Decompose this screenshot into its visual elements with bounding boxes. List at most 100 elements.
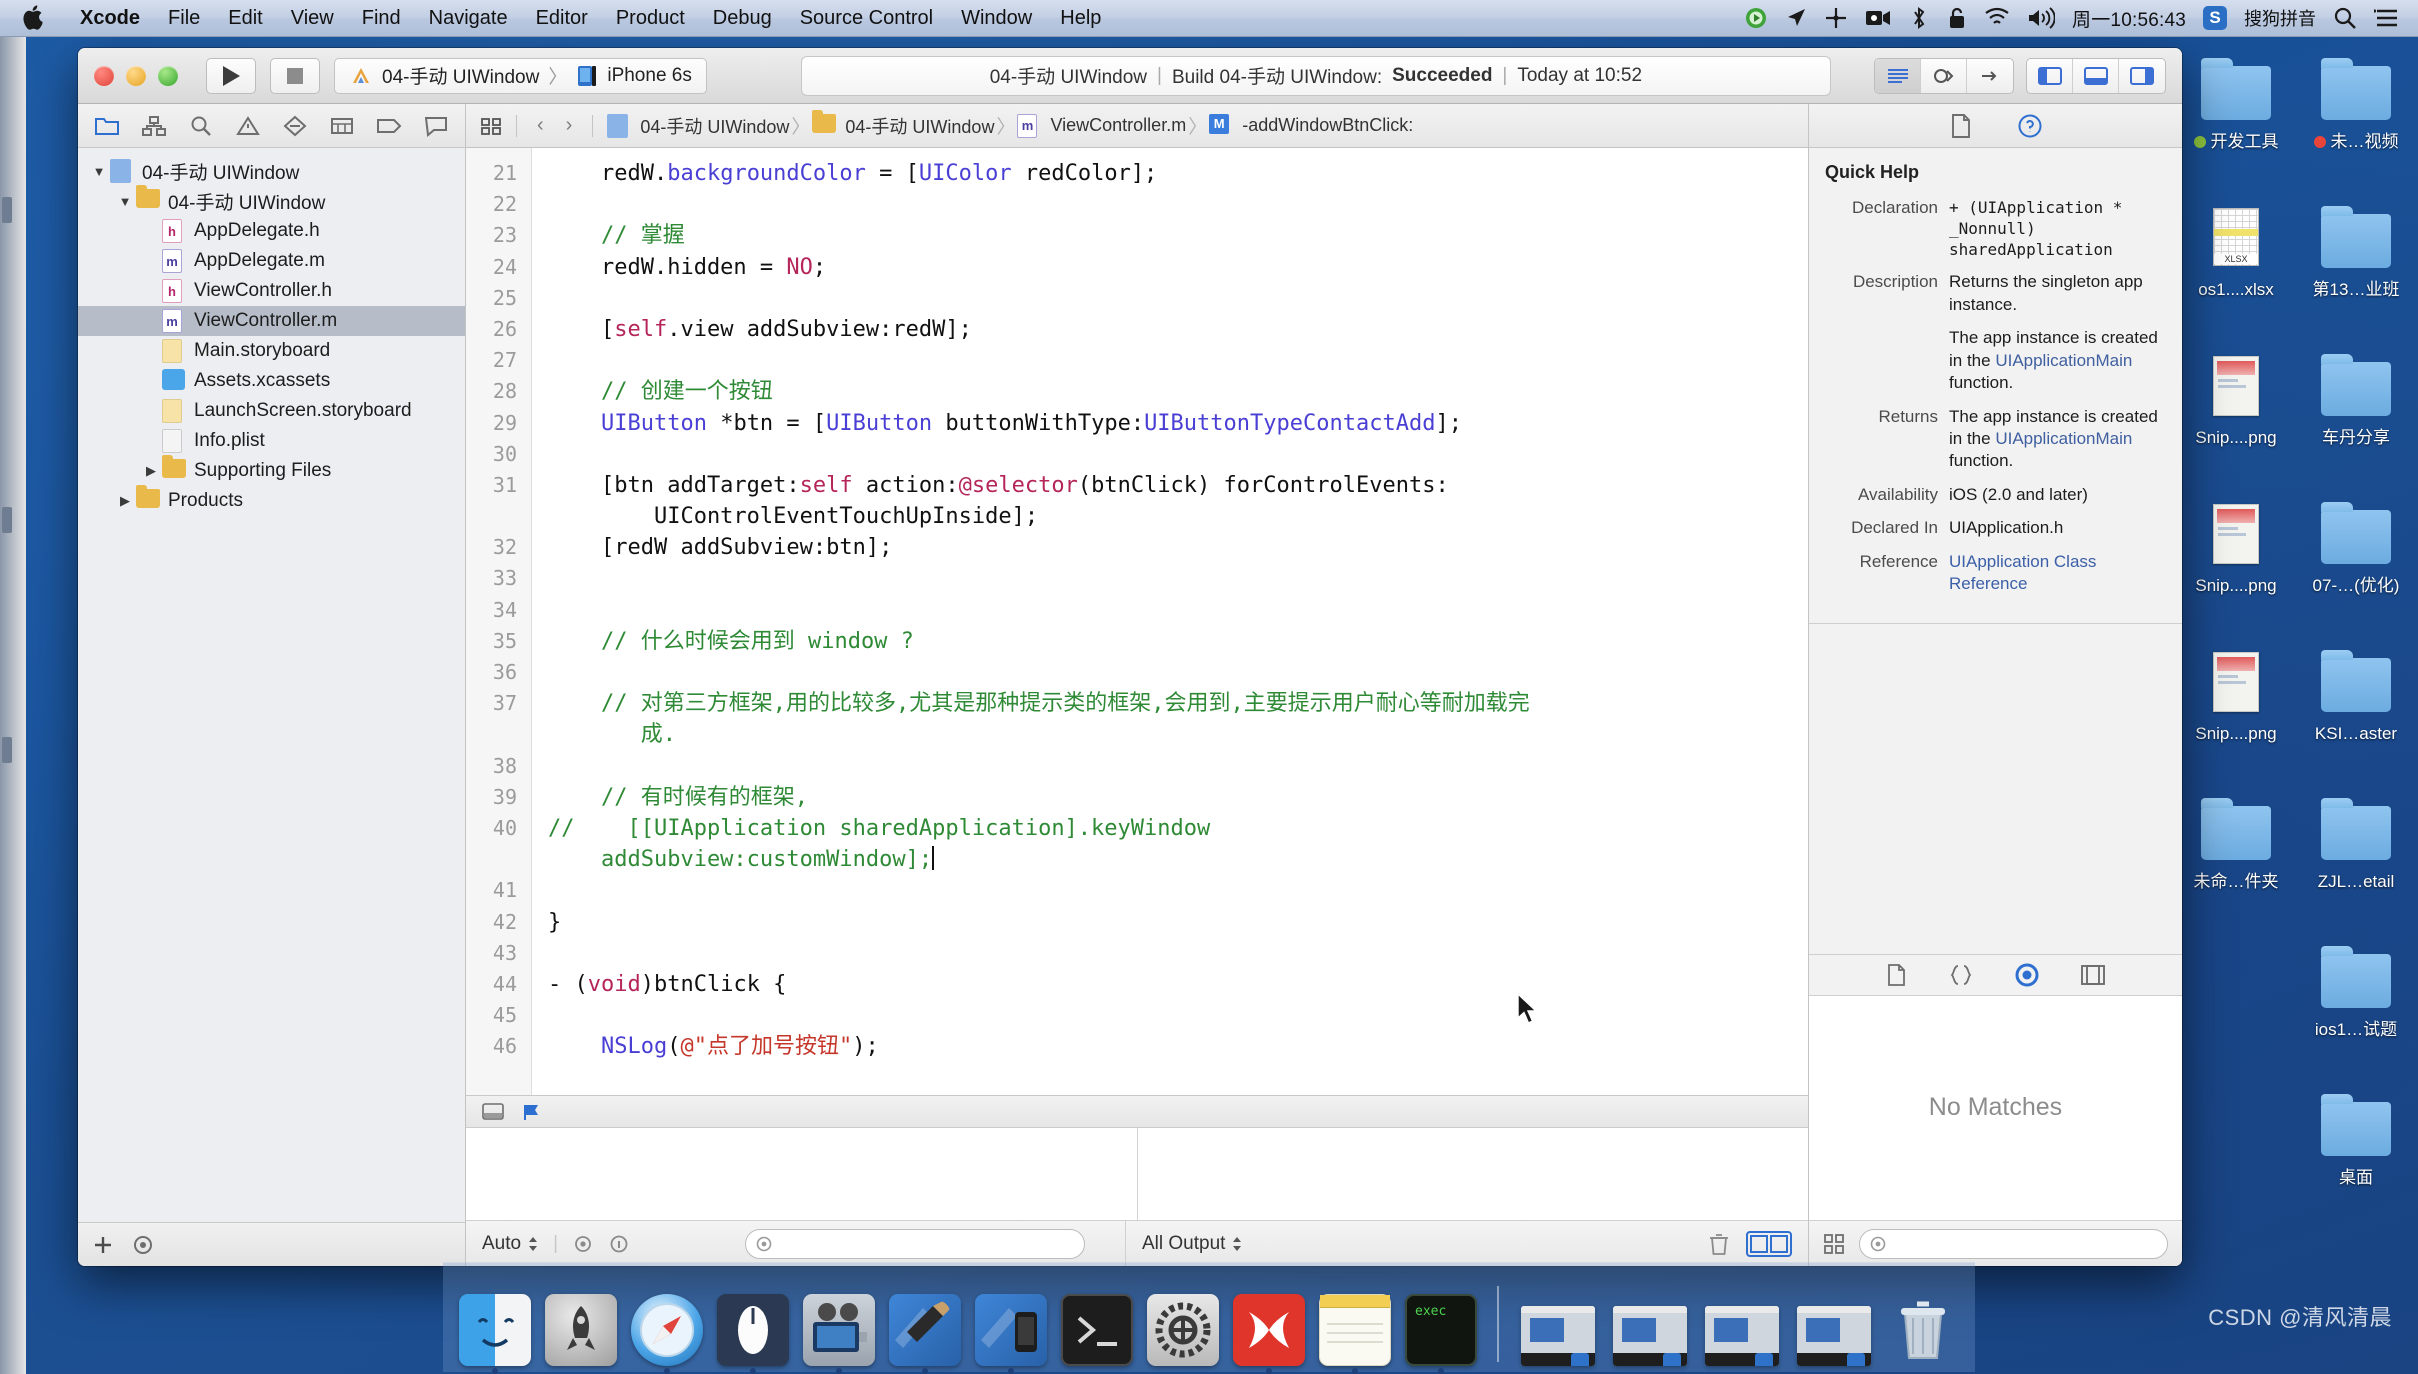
- toggle-debug-button[interactable]: [2073, 58, 2119, 93]
- quick-help-inspector-icon[interactable]: [2017, 113, 2043, 139]
- console-output-menu[interactable]: All Output: [1142, 1233, 1243, 1255]
- media-library-icon[interactable]: [2080, 964, 2106, 986]
- code-line[interactable]: // 创建一个按钮: [548, 376, 1808, 407]
- dock-minimized-window[interactable]: [1517, 1288, 1599, 1366]
- dock-item-xcode[interactable]: [887, 1288, 963, 1374]
- airplay-icon[interactable]: [1824, 6, 1848, 30]
- menu-item-view[interactable]: View: [277, 0, 348, 37]
- code-line[interactable]: // 对第三方框架,用的比较多,尤其是那种提示类的框架,会用到,主要提示用户耐心…: [548, 688, 1808, 719]
- desktop-icon[interactable]: Snip....png: [2176, 496, 2296, 644]
- tree-item-main.storyboard[interactable]: Main.storyboard: [78, 336, 465, 366]
- desktop-icon[interactable]: ZJL…etail: [2296, 792, 2416, 940]
- sidebar-item-project-navigator[interactable]: [90, 111, 124, 141]
- sidebar-item-breakpoint-navigator[interactable]: [372, 111, 406, 141]
- code-line[interactable]: UIButton *btn = [UIButton buttonWithType…: [548, 408, 1808, 439]
- file-template-library-icon[interactable]: [1886, 963, 1908, 987]
- code-line[interactable]: [self.view addSubview:redW];: [548, 314, 1808, 345]
- tree-item-info.plist[interactable]: Info.plist: [78, 426, 465, 456]
- tree-item-appdelegate.m[interactable]: m AppDelegate.m: [78, 246, 465, 276]
- editor-mode-segment[interactable]: [1874, 57, 2014, 94]
- console-view[interactable]: [1137, 1128, 1808, 1220]
- code-line[interactable]: redW.backgroundColor = [UIColor redColor…: [548, 158, 1808, 189]
- code-text[interactable]: redW.backgroundColor = [UIColor redColor…: [532, 148, 1808, 1095]
- zoom-button[interactable]: [158, 65, 178, 86]
- code-line[interactable]: UIControlEventTouchUpInside];: [548, 501, 1808, 532]
- library-filter-field[interactable]: [1859, 1228, 2168, 1259]
- hide-debug-bar-icon[interactable]: [482, 1102, 504, 1121]
- standard-editor-button[interactable]: [1875, 58, 1921, 93]
- tree-item-launchscreen.storyboard[interactable]: LaunchScreen.storyboard: [78, 396, 465, 426]
- toggle-utilities-button[interactable]: [2119, 59, 2165, 93]
- dock-item-launchpad[interactable]: [543, 1288, 619, 1366]
- menu-item-edit[interactable]: Edit: [214, 0, 276, 37]
- tree-item-04-uiwindow[interactable]: ▼ 04-手动 UIWindow: [78, 185, 465, 216]
- project-file-tree[interactable]: ▼ 04-手动 UIWindow ▼ 04-手动 UIWindow h AppDelega…: [78, 148, 465, 1222]
- code-line[interactable]: [548, 595, 1808, 626]
- variables-filter-field[interactable]: [745, 1228, 1085, 1259]
- trash-icon[interactable]: [1708, 1232, 1730, 1256]
- menu-bar-clock[interactable]: 周一10:56:43: [2072, 5, 2186, 32]
- code-snippet-library-icon[interactable]: [1948, 963, 1974, 987]
- dock-item-quicktime[interactable]: [801, 1288, 877, 1374]
- quick-help-value[interactable]: UIApplication Class Reference: [1949, 551, 2166, 596]
- bluetooth-icon[interactable]: [1908, 6, 1930, 30]
- disclosure-triangle-down[interactable]: ▼: [114, 194, 136, 209]
- screen-record-icon[interactable]: [1865, 8, 1891, 28]
- sidebar-item-report-navigator[interactable]: [419, 111, 453, 141]
- dock-minimized-window[interactable]: [1793, 1288, 1875, 1366]
- chevron-right-icon[interactable]: ›: [560, 114, 579, 137]
- menu-item-editor[interactable]: Editor: [522, 0, 602, 37]
- filter-icon[interactable]: [132, 1234, 154, 1256]
- assistant-editor-button[interactable]: [1921, 58, 1967, 93]
- code-line[interactable]: // 有时候有的框架,: [548, 782, 1808, 813]
- navigator-tab-bar[interactable]: [78, 104, 465, 148]
- sidebar-item-issue-navigator[interactable]: [231, 111, 265, 141]
- variables-view[interactable]: [466, 1128, 1138, 1220]
- tree-item-viewcontroller.m[interactable]: m ViewController.m: [78, 306, 465, 336]
- code-line[interactable]: }: [548, 907, 1808, 938]
- macos-menu-bar[interactable]: Xcode File Edit View Find Navigate Editor Produ…: [0, 0, 2418, 37]
- input-method-badge[interactable]: S: [2203, 6, 2227, 30]
- continue-flag-icon[interactable]: [522, 1103, 542, 1121]
- menu-item-xcode[interactable]: Xcode: [66, 0, 154, 37]
- breadcrumb-item-2[interactable]: 04-手动 UIWindow: [812, 109, 994, 139]
- desktop-icon[interactable]: 开发工具: [2176, 52, 2296, 200]
- code-line[interactable]: // 什么时候会用到 window ?: [548, 626, 1808, 657]
- dock-item-simulator[interactable]: [973, 1288, 1049, 1374]
- close-button[interactable]: [94, 65, 114, 86]
- code-line[interactable]: [548, 938, 1808, 969]
- desktop-icon[interactable]: Snip....png: [2176, 348, 2296, 496]
- disclosure-triangle-down[interactable]: ▼: [88, 164, 110, 179]
- jump-bar[interactable]: ‹ › 04-手动 UIWindow 〉 04-手动 UIWindow 〉 m ViewC…: [466, 104, 1808, 148]
- dock-item-mouse-app[interactable]: [715, 1288, 791, 1374]
- tree-item-04-uiwindow[interactable]: ▼ 04-手动 UIWindow: [78, 156, 465, 186]
- desktop-icon[interactable]: 桌面: [2296, 1088, 2416, 1236]
- dock-item-terminal[interactable]: [1059, 1288, 1135, 1366]
- dock-item-trash[interactable]: [1885, 1288, 1961, 1366]
- spotlight-search-icon[interactable]: [2333, 6, 2357, 30]
- version-editor-button[interactable]: [1967, 59, 2013, 93]
- menu-item-source-control[interactable]: Source Control: [786, 0, 947, 37]
- dock-item-safari[interactable]: [629, 1288, 705, 1374]
- breadcrumb-item-1[interactable]: 04-手动 UIWindow: [607, 113, 789, 139]
- dock[interactable]: exec: [443, 1262, 1975, 1374]
- menu-items[interactable]: Xcode File Edit View Find Navigate Editor Produ…: [66, 0, 1115, 37]
- volume-icon[interactable]: [2027, 7, 2056, 29]
- add-file-button[interactable]: [92, 1234, 114, 1256]
- input-method-label[interactable]: 搜狗拼音: [2244, 5, 2316, 31]
- tree-item-viewcontroller.h[interactable]: h ViewController.h: [78, 276, 465, 306]
- code-line[interactable]: [548, 1000, 1808, 1031]
- grid-view-icon[interactable]: [1823, 1233, 1845, 1255]
- code-line[interactable]: [548, 345, 1808, 376]
- sidebar-item-test-navigator[interactable]: [278, 111, 312, 141]
- info-icon[interactable]: [608, 1234, 630, 1254]
- dock-item-exec[interactable]: exec: [1403, 1288, 1479, 1374]
- menu-item-file[interactable]: File: [154, 0, 214, 37]
- code-line[interactable]: [548, 875, 1808, 906]
- dock-item-notes[interactable]: [1317, 1288, 1393, 1374]
- view-toggle-segment[interactable]: [2026, 57, 2166, 94]
- code-line[interactable]: redW.hidden = NO;: [548, 252, 1808, 283]
- breadcrumb[interactable]: 04-手动 UIWindow 〉 04-手动 UIWindow 〉 m ViewContr…: [607, 109, 1413, 139]
- code-line[interactable]: [548, 657, 1808, 688]
- apple-logo-icon[interactable]: [22, 5, 44, 31]
